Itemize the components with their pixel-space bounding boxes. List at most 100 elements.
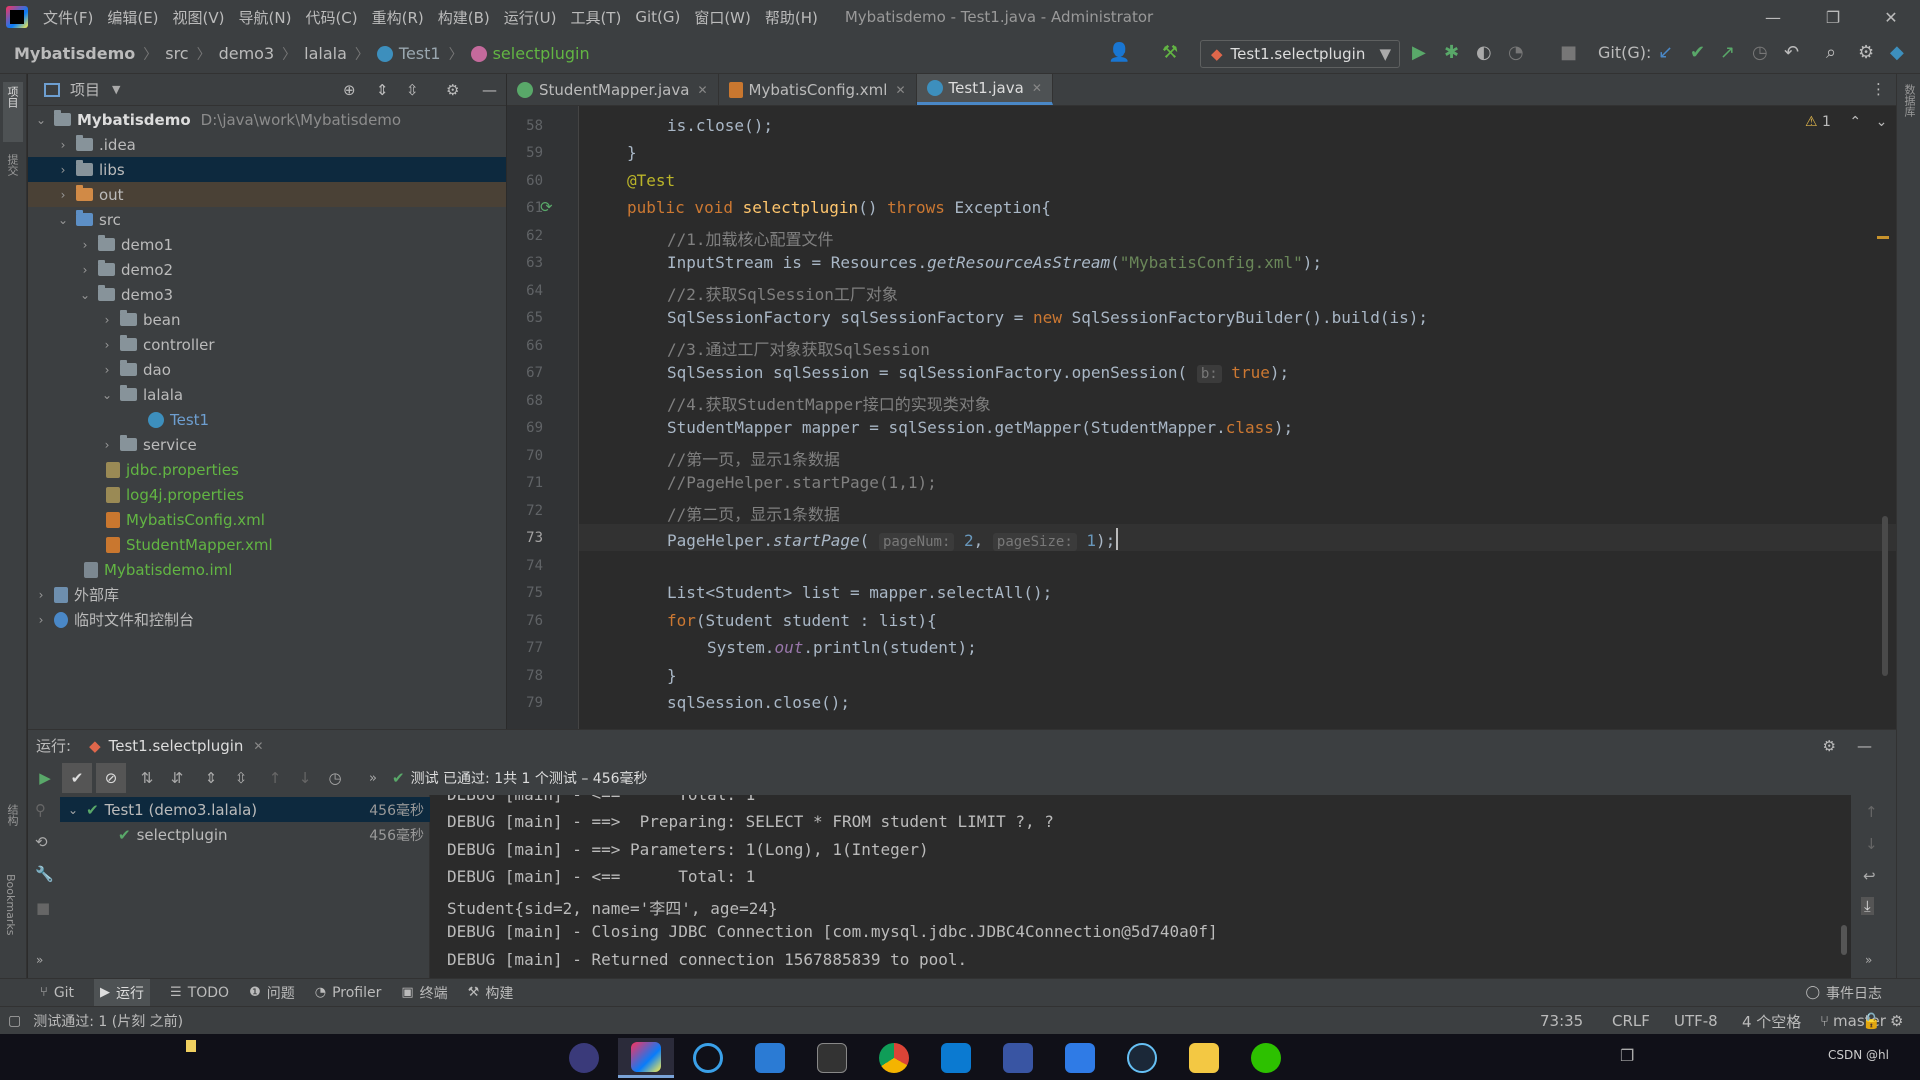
menu-git[interactable]: Git(G) <box>628 8 687 26</box>
locate-icon[interactable]: ⊕ <box>343 81 356 99</box>
run-tool-button[interactable]: ▶ 运行 <box>94 979 151 1006</box>
close-tab-icon[interactable]: ✕ <box>697 83 707 97</box>
database-tool-label[interactable]: 数据库 <box>1901 84 1917 117</box>
git-tool-button[interactable]: ⑂ Git <box>40 985 74 1001</box>
build-tool-button[interactable]: ⚒ 构建 <box>468 983 514 1003</box>
caret-position[interactable]: 73:35 <box>1540 1007 1583 1035</box>
build-hammer-icon[interactable]: ⚒ <box>1162 42 1178 64</box>
menu-code[interactable]: 代码(C) <box>298 7 364 28</box>
chevron-right-icon[interactable]: › <box>56 163 70 177</box>
tree-item-studentmapper-xml[interactable]: StudentMapper.xml <box>28 532 506 557</box>
tree-item-lalala[interactable]: ⌄ lalala <box>28 382 506 407</box>
expand-all-icon[interactable]: ⇕ <box>196 763 226 793</box>
stop-icon[interactable]: ■ <box>1560 42 1577 64</box>
coverage-icon[interactable]: ◐ <box>1476 42 1492 64</box>
breadcrumb-lalala[interactable]: lalala <box>304 44 347 63</box>
tree-item-demo1[interactable]: › demo1 <box>28 232 506 257</box>
run-icon[interactable]: ▶ <box>1412 42 1426 64</box>
menu-window[interactable]: 窗口(W) <box>687 7 758 28</box>
status-panel-icon[interactable]: ▢ <box>8 1013 21 1029</box>
taskbar-app-explorer[interactable] <box>1176 1038 1232 1078</box>
menu-run[interactable]: 运行(U) <box>497 7 564 28</box>
run-test-gutter-icon[interactable]: ⟳ <box>540 198 553 216</box>
minimize-icon[interactable]: — <box>1744 0 1802 34</box>
chevron-right-icon[interactable]: › <box>100 438 114 452</box>
profiler-tool-button[interactable]: ◔ Profiler <box>315 985 382 1001</box>
run-tab-label[interactable]: Test1.selectplugin <box>109 737 244 755</box>
user-icon[interactable]: 👤 <box>1108 42 1130 64</box>
scroll-down-icon[interactable]: ↓ <box>1865 835 1878 853</box>
console-scrollbar[interactable] <box>1841 925 1847 955</box>
chevron-down-icon[interactable]: ⌄ <box>78 288 92 302</box>
menu-edit[interactable]: 编辑(E) <box>100 7 165 28</box>
tree-item-scratches[interactable]: › 临时文件和控制台 <box>28 607 506 632</box>
options-gear-icon[interactable]: ⚙ <box>446 81 459 99</box>
chevron-right-icon[interactable]: › <box>78 263 92 277</box>
inspection-widget[interactable]: ⚠ 1 ⌃ ⌄ <box>1805 114 1887 130</box>
next-highlight-icon[interactable]: ⌄ <box>1876 114 1888 130</box>
expand-all-icon[interactable]: ⇕ <box>376 81 389 99</box>
tree-item-dao[interactable]: › dao <box>28 357 506 382</box>
test-row[interactable]: ⌄ ✔ Test1 (demo3.lalala) 456毫秒 <box>60 797 430 822</box>
file-encoding[interactable]: UTF-8 <box>1674 1007 1718 1035</box>
hide-panel-icon[interactable]: — <box>482 81 497 99</box>
console-output[interactable]: DEBUG [main] - <== Total: 1 DEBUG [main]… <box>431 795 1851 978</box>
lock-icon[interactable]: 🔓 <box>1862 1007 1881 1035</box>
chevron-down-icon[interactable]: ⌄ <box>68 803 78 817</box>
taskbar-app-steam[interactable] <box>1114 1038 1170 1078</box>
sort-duration-icon[interactable]: ⇵ <box>162 763 192 793</box>
wrench-icon[interactable]: 🔧 <box>35 865 54 883</box>
close-tab-icon[interactable]: ✕ <box>895 83 905 97</box>
tree-item-demo3[interactable]: ⌄ demo3 <box>28 282 506 307</box>
breadcrumb-test1[interactable]: Test1 <box>399 44 441 63</box>
tree-item-test1[interactable]: Test1 <box>28 407 506 432</box>
menu-navigate[interactable]: 导航(N) <box>232 7 299 28</box>
tree-item-src[interactable]: ⌄ src <box>28 207 506 232</box>
taskbar-app-todo[interactable] <box>1052 1038 1108 1078</box>
soft-wrap-icon[interactable]: ↩ <box>1863 867 1876 885</box>
terminal-tool-button[interactable]: ▣ 终端 <box>401 983 447 1003</box>
jetbrains-toolbox-icon[interactable]: ◆ <box>1890 42 1904 64</box>
menu-view[interactable]: 视图(V) <box>166 7 232 28</box>
menu-refactor[interactable]: 重构(R) <box>365 7 431 28</box>
rollback-icon[interactable]: ↶ <box>1784 42 1799 64</box>
tree-item-demo2[interactable]: › demo2 <box>28 257 506 282</box>
taskbar-app-chrome[interactable] <box>866 1038 922 1078</box>
tab-mybatisconfig-xml[interactable]: MybatisConfig.xml ✕ <box>719 74 917 105</box>
sticky-note-icon[interactable] <box>186 1040 196 1052</box>
tree-item-service[interactable]: › service <box>28 432 506 457</box>
collapse-all-icon[interactable]: ⇳ <box>226 763 256 793</box>
close-tab-icon[interactable]: ✕ <box>1032 81 1042 95</box>
tree-item-root[interactable]: ⌄ Mybatisdemo D:\java\work\Mybatisdemo <box>28 107 506 132</box>
more-actions-icon[interactable]: » <box>358 763 388 793</box>
run-configuration-selector[interactable]: ◆ Test1.selectplugin ▼ <box>1200 40 1400 68</box>
taskbar-app-tool[interactable] <box>742 1038 798 1078</box>
hide-panel-icon[interactable]: — <box>1857 737 1872 755</box>
test-history-icon[interactable]: ◷ <box>320 763 350 793</box>
breadcrumb-demo3[interactable]: demo3 <box>219 44 275 63</box>
chevron-right-icon[interactable]: › <box>100 338 114 352</box>
chevron-down-icon[interactable]: ⌄ <box>100 388 114 402</box>
taskbar-app-terminal[interactable] <box>804 1038 860 1078</box>
breadcrumb-project[interactable]: Mybatisdemo <box>14 44 135 63</box>
rerun-icon[interactable]: ▶ <box>30 763 60 793</box>
breadcrumb-src[interactable]: src <box>165 44 188 63</box>
show-ignored-icon[interactable]: ⊘ <box>96 763 126 793</box>
restore-icon[interactable]: ❐ <box>1804 0 1862 34</box>
chevron-right-icon[interactable]: › <box>78 238 92 252</box>
event-log-button[interactable]: ◯ 事件日志 <box>1805 983 1882 1003</box>
taskbar-app-wechat[interactable] <box>1238 1038 1294 1078</box>
tree-item-out[interactable]: › out <box>28 182 506 207</box>
menu-build[interactable]: 构建(B) <box>431 7 497 28</box>
previous-failed-icon[interactable]: ↑ <box>260 763 290 793</box>
pin-icon[interactable]: ⚲ <box>35 801 46 819</box>
task-view-icon[interactable]: ❐ <box>1620 1046 1634 1065</box>
tree-item-controller[interactable]: › controller <box>28 332 506 357</box>
search-icon[interactable]: ⌕ <box>1826 42 1836 64</box>
tree-item-iml[interactable]: Mybatisdemo.iml <box>28 557 506 582</box>
chevron-down-icon[interactable]: ▼ <box>112 83 120 96</box>
warning-stripe-mark[interactable] <box>1877 236 1889 239</box>
tree-item-bean[interactable]: › bean <box>28 307 506 332</box>
tree-item-external-libraries[interactable]: › 外部库 <box>28 582 506 607</box>
sort-alpha-icon[interactable]: ⇅ <box>132 763 162 793</box>
